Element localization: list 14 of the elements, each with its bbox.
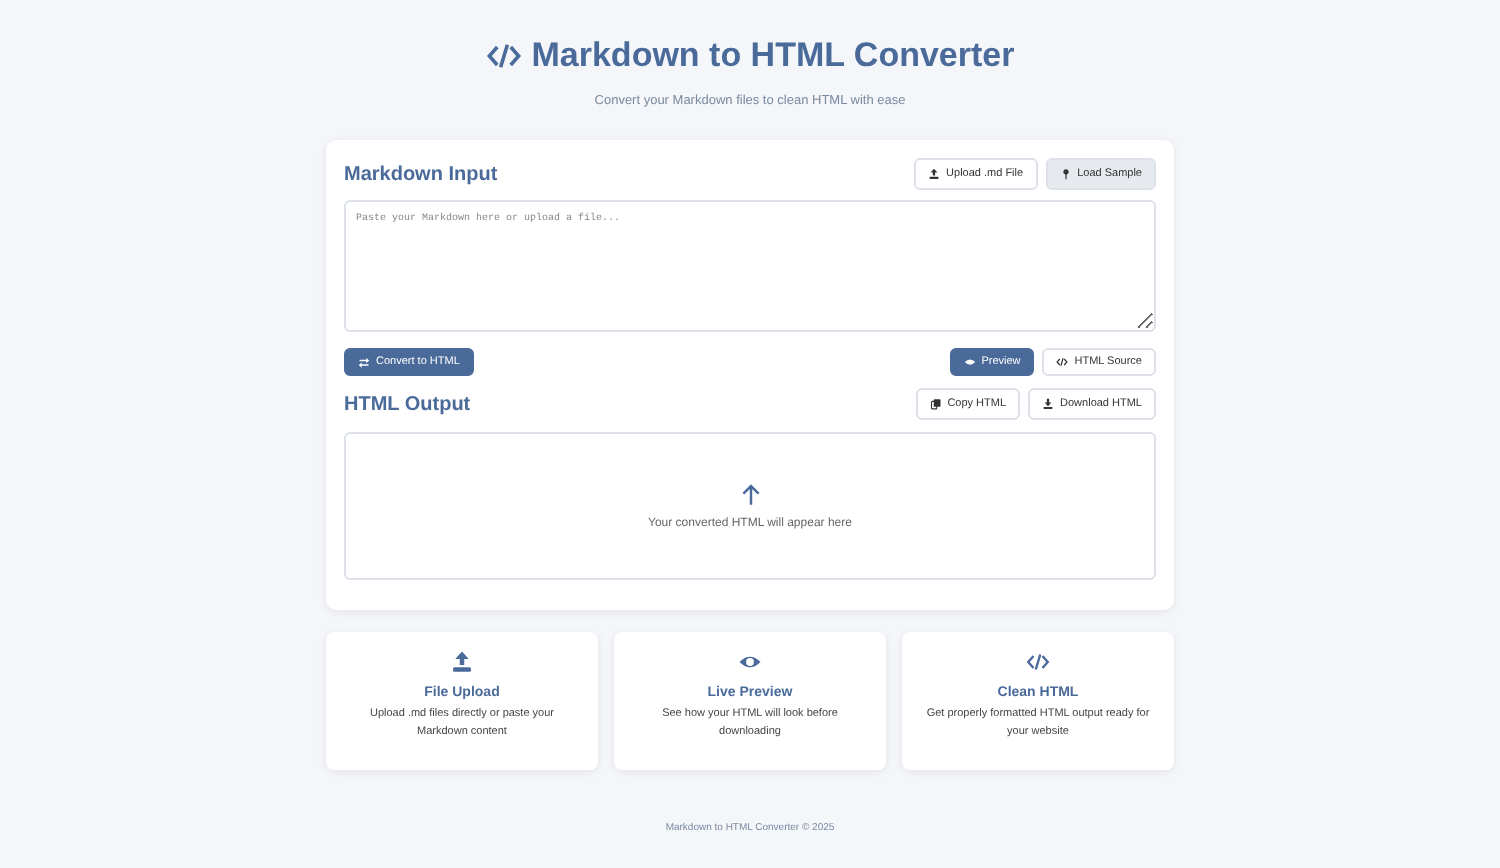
- code-icon: [1026, 650, 1050, 674]
- section-heading: HTML Output: [344, 393, 471, 415]
- swap-icon: [358, 356, 370, 368]
- code-icon: [1056, 356, 1069, 368]
- copy-icon: [929, 398, 942, 410]
- upload-icon: [928, 168, 941, 180]
- pin-icon: [1059, 168, 1072, 180]
- arrow-up-icon: [739, 483, 761, 505]
- upload-icon: [450, 650, 474, 674]
- download-icon: [1042, 398, 1055, 410]
- section-heading: Markdown Input: [344, 163, 498, 185]
- eye-icon: [963, 356, 976, 368]
- page-title: Markdown to HTML Converter: [531, 36, 1015, 76]
- code-icon: [485, 38, 522, 74]
